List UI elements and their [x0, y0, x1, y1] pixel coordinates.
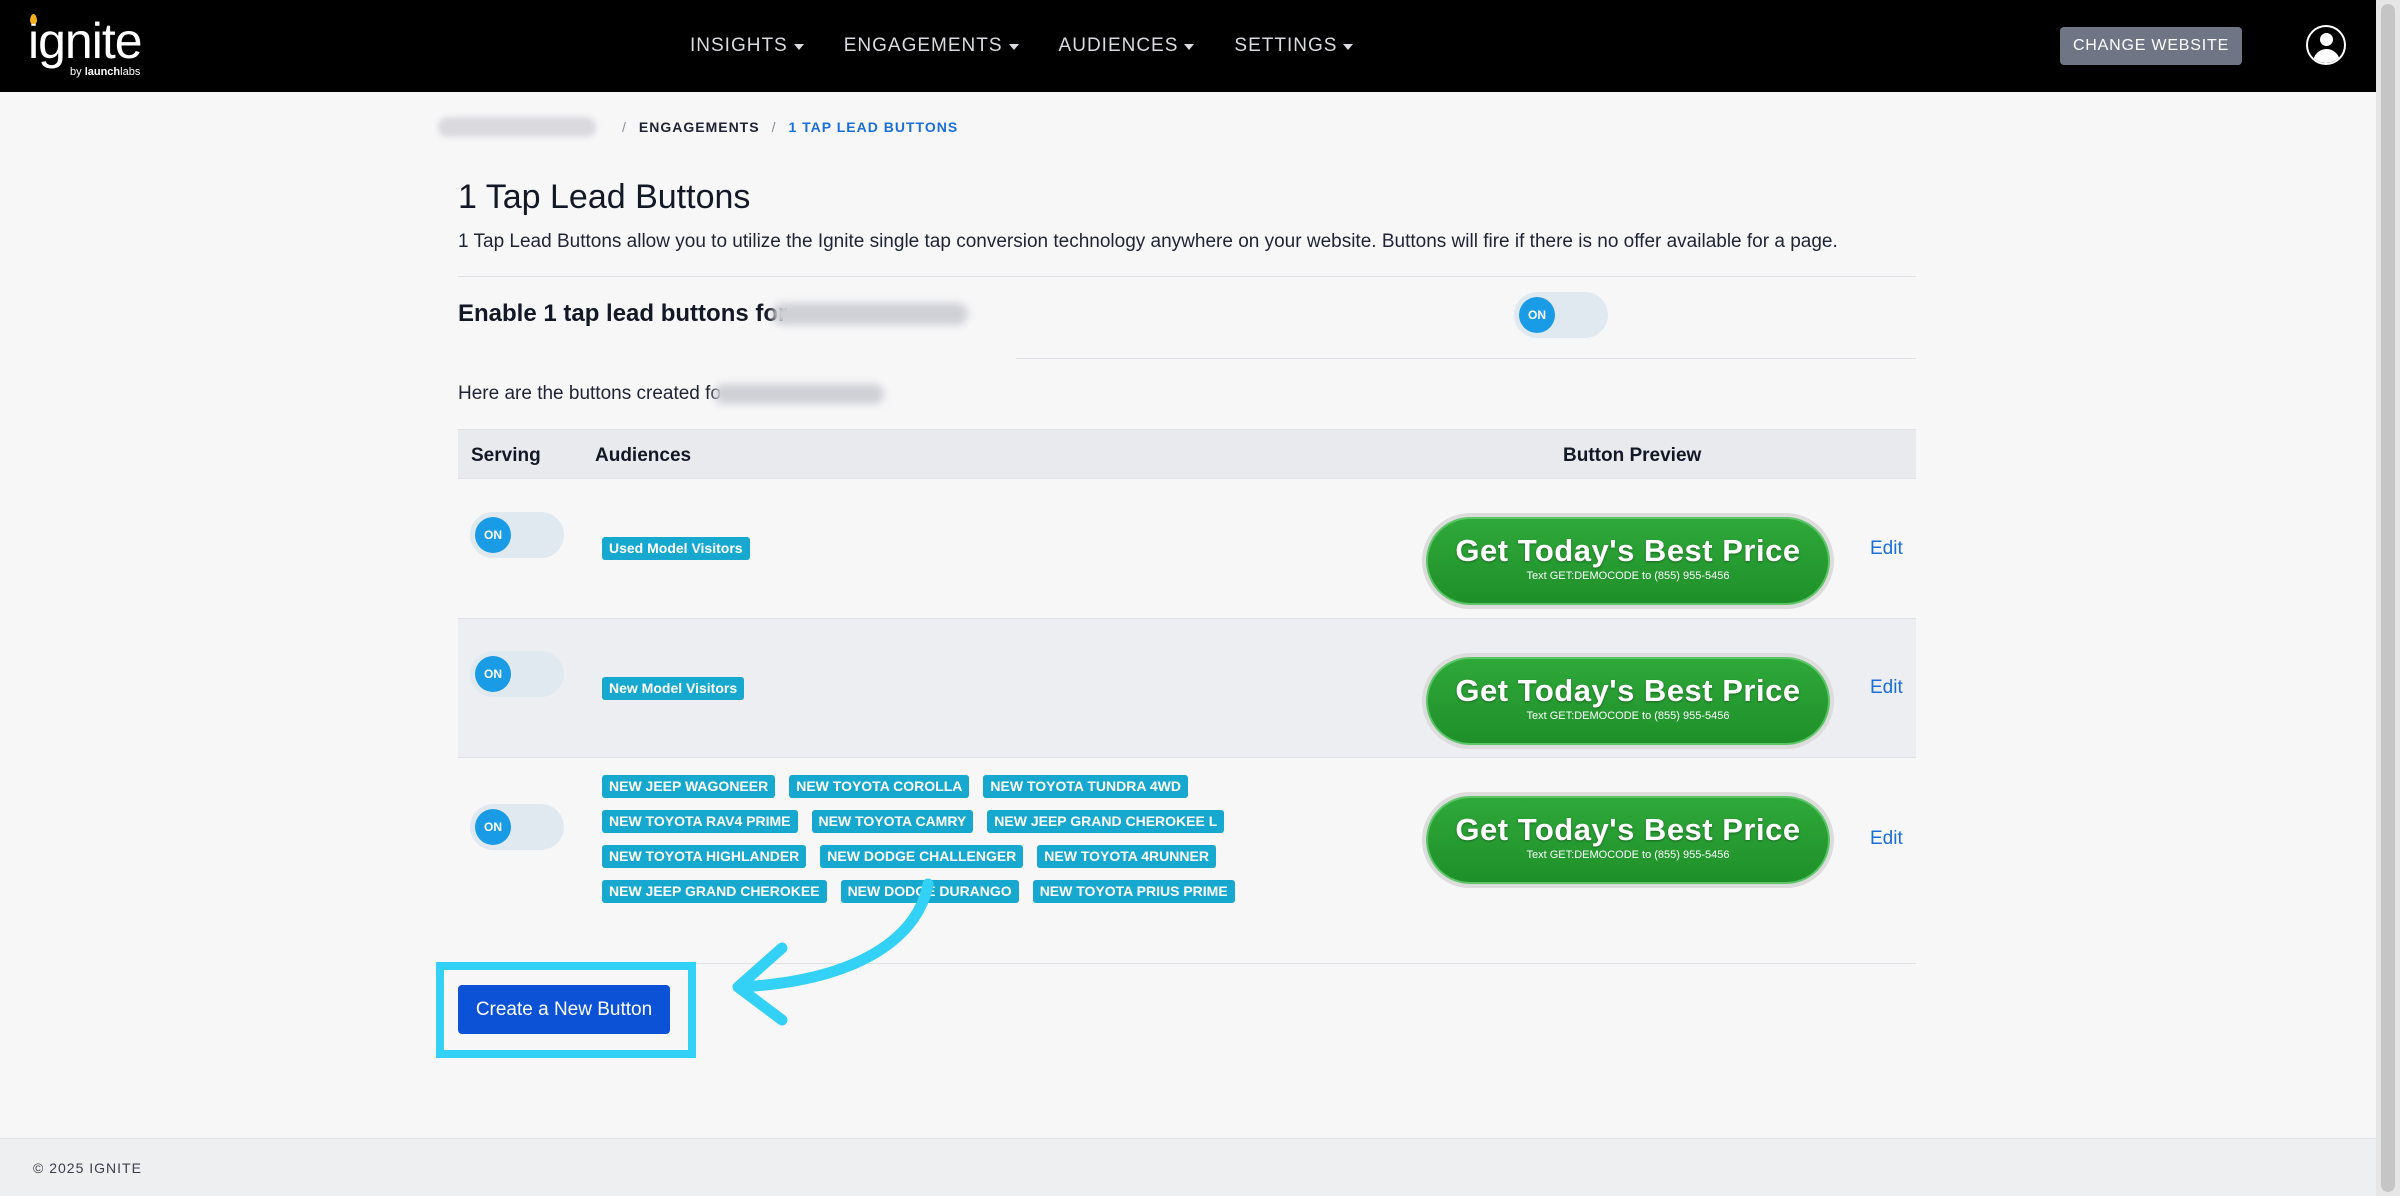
buttons-created-text: Here are the buttons created fo — [458, 383, 721, 404]
serving-toggle[interactable]: ON — [470, 651, 564, 697]
scrollbar-thumb[interactable] — [2381, 4, 2395, 1192]
audience-tag: NEW TOYOTA PRIUS PRIME — [1032, 880, 1235, 903]
enable-toggle[interactable]: ON — [1514, 292, 1608, 338]
audience-tag: NEW TOYOTA HIGHLANDER — [602, 845, 807, 868]
header-serving: Serving — [471, 445, 541, 466]
serving-toggle[interactable]: ON — [470, 804, 564, 850]
copyright-text: © 2025 IGNITE — [33, 1160, 142, 1176]
flame-icon — [30, 14, 37, 24]
audience-tags: Used Model Visitors — [602, 537, 1382, 572]
caret-down-icon — [1343, 44, 1354, 50]
divider — [1016, 358, 1916, 359]
footer: © 2025 IGNITE — [0, 1138, 2376, 1196]
table-row: ON Used Model Visitors Get Today's Best … — [458, 479, 1916, 619]
table-header: Serving Audiences Button Preview — [458, 429, 1916, 479]
caret-down-icon — [1008, 44, 1019, 50]
logo-text: ignite — [28, 13, 143, 69]
breadcrumb-engagements[interactable]: ENGAGEMENTS — [639, 119, 760, 135]
ignite-logo[interactable]: ignite by launchlabs — [28, 14, 143, 78]
main-nav: INSIGHTS ENGAGEMENTS AUDIENCES SETTINGS — [690, 0, 1393, 92]
page-description: 1 Tap Lead Buttons allow you to utilize … — [458, 231, 1838, 252]
table-row: ON New Model Visitors Get Today's Best P… — [458, 619, 1916, 758]
site-name-redacted — [714, 384, 884, 404]
cta-button-preview[interactable]: Get Today's Best Price Text GET:DEMOCODE … — [1422, 513, 1834, 609]
site-name-redacted — [772, 303, 968, 325]
create-new-button[interactable]: Create a New Button — [458, 985, 670, 1034]
audience-tag: NEW DODGE CHALLENGER — [820, 845, 1024, 868]
audience-tag: NEW TOYOTA CAMRY — [811, 810, 974, 833]
audience-tag: NEW TOYOTA 4RUNNER — [1037, 845, 1216, 868]
annotation-arrow-icon — [732, 878, 934, 1026]
edit-link[interactable]: Edit — [1870, 828, 1903, 850]
top-navbar: ignite by launchlabs INSIGHTS ENGAGEMENT… — [0, 0, 2376, 92]
audience-tag: NEW TOYOTA COROLLA — [789, 775, 970, 798]
audience-tag: NEW TOYOTA RAV4 PRIME — [602, 810, 798, 833]
caret-down-icon — [793, 44, 804, 50]
audience-tag: NEW JEEP GRAND CHEROKEE L — [987, 810, 1225, 833]
audience-tag: New Model Visitors — [602, 677, 745, 700]
breadcrumb-site-redacted[interactable] — [438, 117, 596, 137]
nav-engagements[interactable]: ENGAGEMENTS — [844, 35, 1019, 57]
nav-insights[interactable]: INSIGHTS — [690, 35, 804, 57]
edit-link[interactable]: Edit — [1870, 677, 1903, 699]
cta-button-preview[interactable]: Get Today's Best Price Text GET:DEMOCODE … — [1422, 653, 1834, 749]
table-row: ON NEW JEEP WAGONEER NEW TOYOTA COROLLA NE… — [458, 758, 1916, 964]
audience-tag: NEW JEEP WAGONEER — [602, 775, 776, 798]
nav-settings[interactable]: SETTINGS — [1234, 35, 1354, 57]
breadcrumb-current: 1 TAP LEAD BUTTONS — [788, 119, 959, 135]
nav-audiences[interactable]: AUDIENCES — [1059, 35, 1195, 57]
page-title: 1 Tap Lead Buttons — [458, 178, 751, 216]
audience-tag: NEW TOYOTA TUNDRA 4WD — [983, 775, 1188, 798]
header-button-preview: Button Preview — [1563, 445, 1702, 466]
audience-tag: Used Model Visitors — [602, 537, 750, 560]
cta-button-preview[interactable]: Get Today's Best Price Text GET:DEMOCODE … — [1422, 792, 1834, 888]
enable-label: Enable 1 tap lead buttons for — [458, 300, 788, 327]
edit-link[interactable]: Edit — [1870, 538, 1903, 560]
change-website-button[interactable]: CHANGE WEBSITE — [2060, 27, 2242, 65]
header-audiences: Audiences — [595, 445, 692, 466]
divider — [458, 276, 1916, 277]
audience-tags: New Model Visitors — [602, 677, 1382, 712]
breadcrumb: / ENGAGEMENTS / 1 TAP LEAD BUTTONS — [438, 117, 958, 137]
user-avatar-icon[interactable] — [2306, 25, 2346, 65]
serving-toggle[interactable]: ON — [470, 512, 564, 558]
caret-down-icon — [1184, 44, 1195, 50]
